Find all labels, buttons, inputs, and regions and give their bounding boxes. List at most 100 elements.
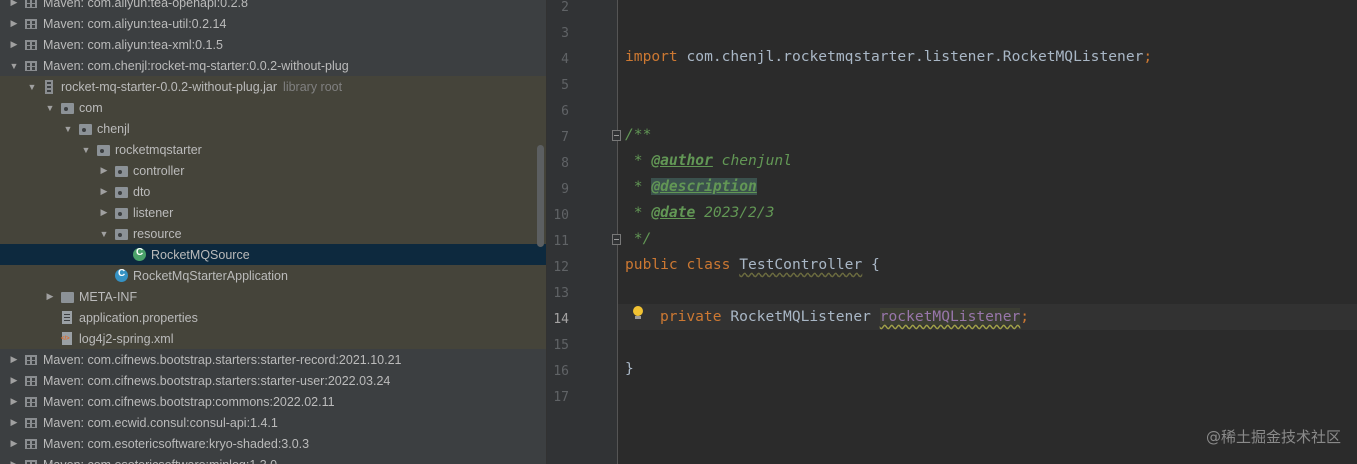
doc-comment-star: *	[625, 152, 652, 169]
tree-row[interactable]: ▶ Maven: com.cifnews.bootstrap.starters:s…	[0, 370, 546, 391]
properties-file-icon	[60, 310, 75, 325]
expand-right-icon[interactable]: ▶	[98, 165, 110, 177]
expand-right-icon[interactable]: ▶	[8, 39, 20, 51]
line-number: 13	[553, 286, 569, 301]
line-number: 12	[553, 260, 569, 275]
project-tree-panel[interactable]: ▶ Maven: com.aliyun:tea-openapi:0.2.8 ▶ Mav…	[0, 0, 546, 464]
code-line-doc-close[interactable]: */	[625, 230, 652, 250]
expand-down-icon[interactable]: ▼	[80, 144, 92, 156]
code-line-field[interactable]: private RocketMQListener rocketMQListene…	[660, 308, 1029, 328]
tree-row[interactable]: application.properties	[0, 307, 546, 328]
private-keyword: private	[660, 308, 722, 325]
expand-right-icon[interactable]: ▶	[8, 459, 20, 464]
tree-row[interactable]: ▶ Maven: com.esotericsoftware:minlog:1.3.…	[0, 454, 546, 464]
tree-row-label: application.properties	[79, 310, 198, 325]
doc-comment-star: *	[625, 204, 652, 221]
maven-library-icon	[24, 374, 39, 388]
code-line-class-decl[interactable]: public class TestController {	[625, 256, 880, 276]
line-number: 4	[561, 52, 569, 67]
tree-row[interactable]: ▶ controller	[0, 160, 546, 181]
tree-row-label: Maven: com.cifnews.bootstrap.starters:st…	[43, 373, 391, 388]
date-value: 2023/2/3	[695, 204, 775, 221]
code-line-doc-description[interactable]: * @description	[625, 178, 757, 198]
class-icon	[132, 247, 147, 262]
code-line-import[interactable]: import com.chenjl.rocketmqstarter.listen…	[625, 48, 1152, 68]
tree-row-label: RocketMqStarterApplication	[133, 268, 288, 283]
tree-row-label: com	[79, 100, 103, 115]
expand-right-icon[interactable]: ▶	[44, 291, 56, 303]
expand-down-icon[interactable]: ▼	[44, 102, 56, 114]
tree-row[interactable]: ▶ Maven: com.ecwid.consul:consul-api:1.4.…	[0, 412, 546, 433]
maven-library-icon	[24, 0, 39, 10]
expand-down-icon[interactable]: ▼	[26, 81, 38, 93]
tree-row[interactable]: ▼ rocket-mq-starter-0.0.2-without-plug.ja…	[0, 76, 546, 97]
expand-right-icon[interactable]: ▶	[8, 18, 20, 30]
code-line-doc-author[interactable]: * @author chenjunl	[625, 152, 792, 172]
code-line-close-brace[interactable]: }	[625, 360, 634, 380]
fold-collapse-icon[interactable]	[612, 130, 621, 141]
tree-row[interactable]: log4j2-spring.xml	[0, 328, 546, 349]
tree-row-label: chenjl	[97, 121, 130, 136]
class-name: TestController	[739, 256, 863, 273]
tree-row-label: log4j2-spring.xml	[79, 331, 174, 346]
tree-scrollbar-thumb[interactable]	[537, 145, 544, 247]
tree-row[interactable]: ▶ Maven: com.aliyun:tea-xml:0.1.5	[0, 34, 546, 55]
expand-right-icon[interactable]: ▶	[8, 354, 20, 366]
tree-row[interactable]: ▼ resource	[0, 223, 546, 244]
expand-right-icon[interactable]: ▶	[8, 0, 20, 9]
tree-row[interactable]: ▼ com	[0, 97, 546, 118]
expand-right-icon[interactable]: ▶	[8, 417, 20, 429]
line-number: 16	[553, 364, 569, 379]
lightbulb-icon[interactable]	[632, 306, 644, 322]
tree-row-label: controller	[133, 163, 185, 178]
tree-row[interactable]: ▶ Maven: com.aliyun:tea-util:0.2.14	[0, 13, 546, 34]
expand-right-icon[interactable]: ▶	[8, 396, 20, 408]
fold-end-icon[interactable]	[612, 234, 621, 245]
tree-row[interactable]: ▶ Maven: com.aliyun:tea-openapi:0.2.8	[0, 0, 546, 13]
maven-library-icon	[24, 416, 39, 430]
code-line-doc-open[interactable]: /**	[625, 126, 651, 146]
tree-row-label: rocket-mq-starter-0.0.2-without-plug.jar	[61, 79, 278, 94]
package-icon	[96, 143, 111, 157]
expand-right-icon[interactable]: ▶	[8, 438, 20, 450]
package-icon	[114, 227, 129, 241]
tree-row-label: Maven: com.esotericsoftware:kryo-shaded:…	[43, 436, 310, 451]
line-number: 8	[561, 156, 569, 171]
line-number: 5	[561, 78, 569, 93]
tree-row[interactable]: ▶ Maven: com.cifnews.bootstrap:commons:20…	[0, 391, 546, 412]
line-number: 6	[561, 104, 569, 119]
doc-comment-close: */	[625, 230, 652, 247]
maven-library-icon	[24, 17, 39, 31]
expand-down-icon[interactable]: ▼	[62, 123, 74, 135]
tree-row[interactable]: ▶ dto	[0, 181, 546, 202]
tree-row-label: Maven: com.ecwid.consul:consul-api:1.4.1	[43, 415, 278, 430]
line-number: 10	[553, 208, 569, 223]
tree-row[interactable]: ▼ chenjl	[0, 118, 546, 139]
tree-row-label: resource	[133, 226, 182, 241]
import-path: com.chenjl.rocketmqstarter.listener.Rock…	[677, 48, 1144, 65]
date-tag: @date	[651, 204, 696, 221]
tree-row[interactable]: RocketMQSource	[0, 244, 546, 265]
expand-right-icon[interactable]: ▶	[98, 207, 110, 219]
expand-down-icon[interactable]: ▼	[98, 228, 110, 240]
gutter-separator	[617, 0, 618, 464]
code-editor[interactable]: 2 3 4 5 6 7 8 9 10 11 12 13 14 15 16 17 …	[547, 0, 1357, 464]
tree-row[interactable]: ▶ META-INF	[0, 286, 546, 307]
maven-library-icon	[24, 59, 39, 73]
tree-row[interactable]: ▶ Maven: com.esotericsoftware:kryo-shaded…	[0, 433, 546, 454]
maven-library-icon	[24, 38, 39, 52]
expand-down-icon[interactable]: ▼	[8, 60, 20, 72]
tree-row[interactable]: ▶ Maven: com.cifnews.bootstrap.starters:s…	[0, 349, 546, 370]
tree-row[interactable]: ▶ listener	[0, 202, 546, 223]
code-line-doc-date[interactable]: * @date 2023/2/3	[625, 204, 775, 224]
tree-row[interactable]: RocketMqStarterApplication	[0, 265, 546, 286]
expand-right-icon[interactable]: ▶	[8, 375, 20, 387]
package-icon	[114, 185, 129, 199]
tree-row[interactable]: ▼ rocketmqstarter	[0, 139, 546, 160]
expand-right-icon[interactable]: ▶	[98, 186, 110, 198]
line-number-gutter[interactable]: 2 3 4 5 6 7 8 9 10 11 12 13 14 15 16 17	[547, 0, 617, 464]
tree-row[interactable]: ▼ Maven: com.chenjl:rocket-mq-starter:0.0…	[0, 55, 546, 76]
ide-window: ▶ Maven: com.aliyun:tea-openapi:0.2.8 ▶ Mav…	[0, 0, 1357, 464]
